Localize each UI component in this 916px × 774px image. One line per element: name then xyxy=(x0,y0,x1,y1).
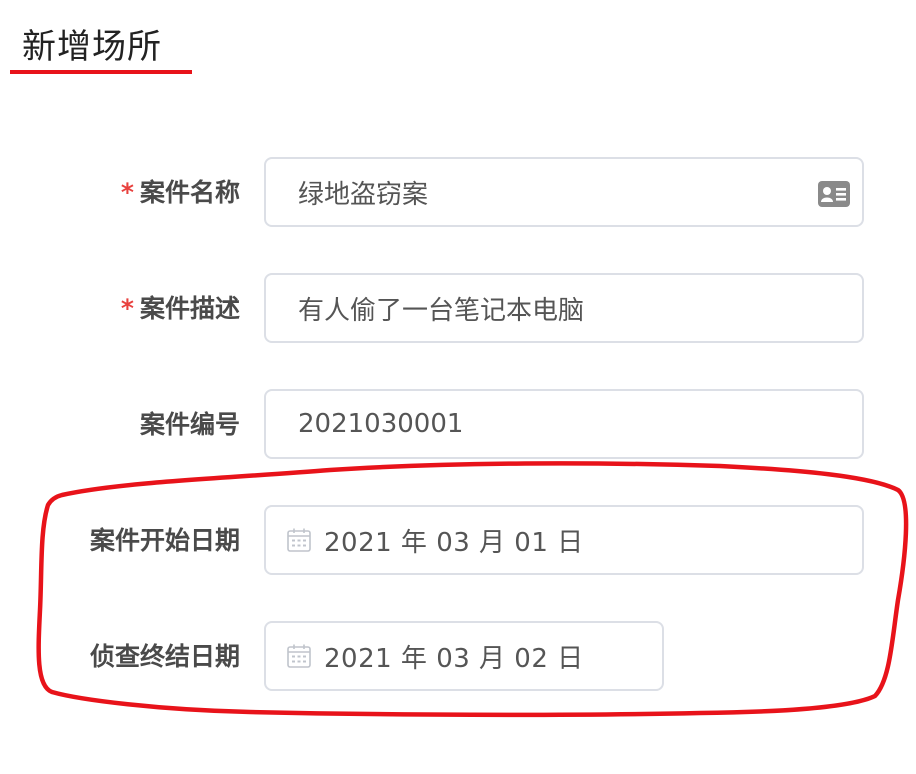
case-number-label: 案件编号 xyxy=(139,410,240,439)
case-name-input[interactable]: 绿地盗窃案 xyxy=(264,157,864,227)
case-name-value: 绿地盗窃案 xyxy=(298,179,429,210)
case-name-label-text: 案件名称 xyxy=(139,178,240,207)
calendar-icon xyxy=(287,528,311,552)
required-star: * xyxy=(120,178,134,207)
case-description-value: 有人偷了一台笔记本电脑 xyxy=(298,295,585,326)
case-number-value: 2021030001 xyxy=(298,409,464,439)
investigation-end-date-picker[interactable]: 2021 年 03 月 02 日 xyxy=(264,621,664,691)
case-description-label-text: 案件描述 xyxy=(139,294,240,323)
case-description-label: * 案件描述 xyxy=(121,296,240,321)
page-title: 新增场所 xyxy=(22,27,162,67)
case-name-label: * 案件名称 xyxy=(121,180,240,205)
calendar-icon xyxy=(287,644,311,668)
case-start-date-label: 案件开始日期 xyxy=(89,526,240,555)
investigation-end-date-value: 2021 年 03 月 02 日 xyxy=(324,643,584,674)
id-card-icon[interactable] xyxy=(818,181,850,207)
case-start-date-picker[interactable]: 2021 年 03 月 01 日 xyxy=(264,505,864,575)
case-start-date-value: 2021 年 03 月 01 日 xyxy=(324,527,584,558)
case-description-input[interactable]: 有人偷了一台笔记本电脑 xyxy=(264,273,864,343)
investigation-end-date-label: 侦查终结日期 xyxy=(89,642,240,671)
required-star: * xyxy=(120,294,134,323)
case-number-input[interactable]: 2021030001 xyxy=(264,389,864,459)
title-underline xyxy=(10,70,192,74)
